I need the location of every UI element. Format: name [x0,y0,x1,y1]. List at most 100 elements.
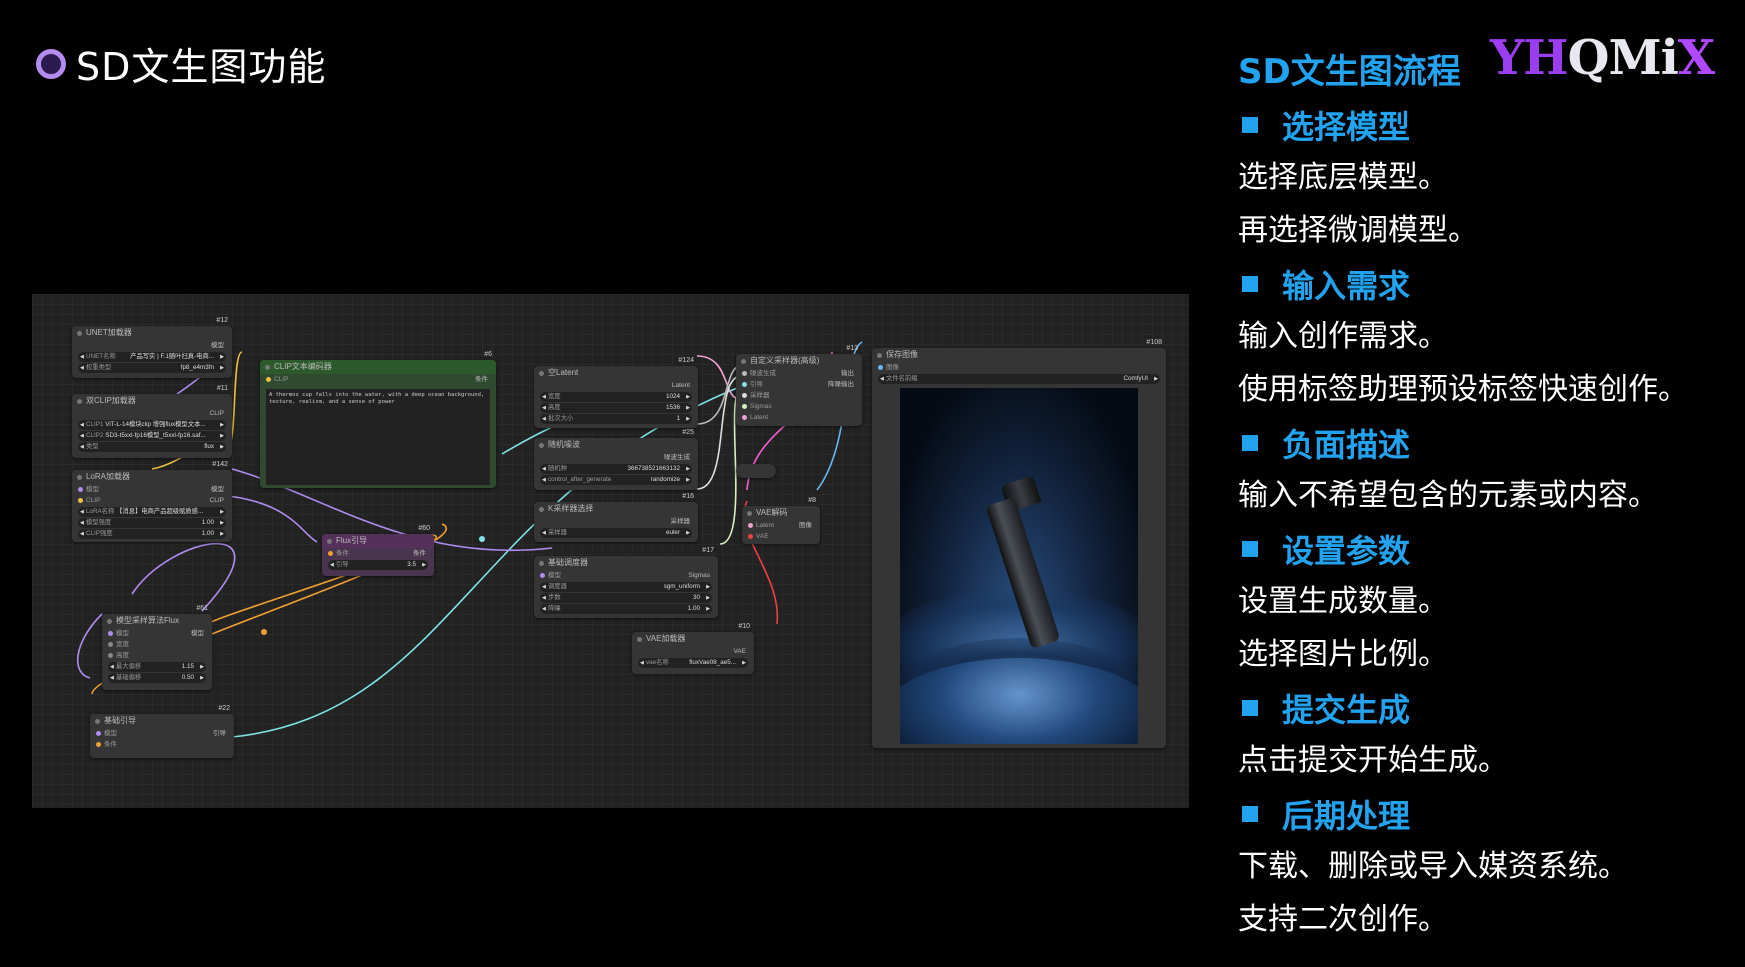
node-basic-scheduler[interactable]: #17 基础调度器 模型Sigmas 调度器sgm_uniform 步数30 降… [534,547,718,618]
node-clip-text-encode[interactable]: #6 CLIP文本编码器 CLIP 条件 A thermos cup falls … [260,351,496,488]
node-id: #13 [846,345,858,352]
widget-clip2[interactable]: CLIP2 SD3-t5xxl-fp16模型_t5xxl-fp16.saf... [78,431,226,441]
section-line: 下载、删除或导入媒资系统。 [1238,849,1628,884]
square-bullet-icon [1242,699,1258,716]
square-bullet-icon [1242,275,1258,292]
node-title: K采样器选择 [534,502,698,516]
section-heading: 选择模型 [1238,98,1738,151]
widget-denoise[interactable]: 降噪1.00 [540,604,712,614]
square-bullet-icon [1242,805,1258,822]
widget-clip-type[interactable]: 类型flux [78,442,226,452]
link-lora-flux [227,495,318,543]
link-model-sample [131,542,236,612]
section-line: 选择底层模型。 [1238,160,1448,195]
widget-height[interactable]: 高度1536 [540,403,692,413]
section-heading: 输入需求 [1238,257,1738,310]
square-bullet-icon [1242,116,1258,133]
widget-model-strength[interactable]: 模型强度1.00 [78,518,226,528]
node-title: 自定义采样器(高级) [736,354,862,368]
widget-noise-seed[interactable]: 随机种366738521663132 [540,464,692,474]
node-title: UNET加载器 [72,326,232,340]
node-title: 随机噪波 [534,438,698,452]
widget-sampler-name[interactable]: 采样器euler [540,528,692,538]
node-id: #6 [484,351,492,358]
node-id: #11 [216,385,228,392]
widget-base-shift[interactable]: 基础偏移0.50 [108,673,206,683]
widget-filename-prefix[interactable]: 文件名前缀ComfyUI [878,374,1160,384]
node-title: Flux引导 [322,534,434,548]
generated-image-preview [900,388,1138,744]
node-dual-clip-loader[interactable]: #11 双CLIP加载器 CLIP CLIP1 ViT-L-14模块clip 增… [72,385,232,458]
node-title: 保存图像 [872,348,1166,362]
slide-title: SD文生图功能 [36,36,326,91]
node-id: #17 [702,547,714,554]
node-id: #25 [682,429,694,436]
node-basic-guider[interactable]: #22 基础引导 模型 引导 条件 [90,705,234,758]
node-model-sampling-flux[interactable]: #61 模型采样算法Flux 模型模型 宽度 高度 最大偏移1.15 基础偏移0… [102,605,212,690]
section-line: 使用标签助理预设标签快速创作。 [1238,372,1688,407]
square-bullet-icon [1242,434,1258,451]
widget-scheduler[interactable]: 调度器sgm_uniform [540,582,712,592]
node-title: 基础调度器 [534,556,718,570]
widget-clip1[interactable]: CLIP1 ViT-L-14模块clip 增强flux模型文本... [78,420,226,430]
node-title: CLIP文本编码器 [260,360,496,374]
node-id: #8 [808,497,816,504]
reroute-node[interactable] [736,464,776,478]
widget-guidance[interactable]: 引导3.5 [328,560,428,570]
node-id: #61 [196,605,208,612]
node-sampler-custom-advanced[interactable]: #13 自定义采样器(高级) 噪波生成 输出 引导 降噪输出 采样器 Sigmas … [736,345,862,426]
node-empty-latent[interactable]: #124 空Latent Latent 宽度1024 高度1536 批次大小1 [534,357,698,428]
node-id: #10 [738,623,750,630]
widget-batch-size[interactable]: 批次大小1 [540,414,692,424]
widget-max-shift[interactable]: 最大偏移1.15 [108,662,206,672]
section-line: 点击提交开始生成。 [1238,743,1508,778]
node-title: 空Latent [534,366,698,380]
section-line: 输入不希望包含的元素或内容。 [1238,478,1658,513]
section-line: 选择图片比例。 [1238,637,1448,672]
node-id: #22 [218,705,230,712]
node-title: VAE加载器 [632,632,754,646]
section-line: 再选择微调模型。 [1238,213,1478,248]
node-title: 模型采样算法Flux [102,614,212,628]
widget-lora-name[interactable]: LoRA名称 【消息】电商产品超级赋质感... [78,507,226,517]
slide-title-text: SD文生图功能 [76,45,327,89]
section-line: 输入创作需求。 [1238,319,1448,354]
output-label: CLIP [209,410,224,417]
section-line: 支持二次创作。 [1238,902,1448,937]
node-id: #124 [678,357,694,364]
section-heading: 后期处理 [1238,787,1738,840]
node-id: #142 [212,461,228,468]
node-vae-decode[interactable]: #8 VAE解码 Latent 图像 VAE [742,497,820,544]
node-title: 双CLIP加载器 [72,394,232,408]
node-flux-guidance[interactable]: #60 Flux引导 条件条件 引导3.5 [322,525,434,576]
widget-width[interactable]: 宽度1024 [540,392,692,402]
square-bullet-icon [1242,540,1258,557]
node-title: 基础引导 [90,714,234,728]
widget-control-after-generate[interactable]: control_after_generaterandomize [540,475,692,485]
node-id: #60 [418,525,430,532]
node-id: #108 [1146,339,1162,346]
section-heading: 负面描述 [1238,416,1738,469]
prompt-textarea[interactable]: A thermos cup falls into the water, with… [266,389,490,485]
node-vae-loader[interactable]: #10 VAE加载器 VAE vae名称fluxVae08_ae5... [632,623,754,674]
link-model-guider [77,613,103,679]
node-random-noise[interactable]: #25 随机噪波 噪波生成 随机种366738521663132 control… [534,429,698,490]
node-save-image[interactable]: #108 保存图像 图像 文件名前缀ComfyUI [872,339,1166,748]
widget-steps[interactable]: 步数30 [540,593,712,603]
section-heading: 设置参数 [1238,522,1738,575]
node-id: #16 [682,493,694,500]
node-lora-loader[interactable]: #142 LoRA加载器 模型模型 CLIPCLIP LoRA名称 【消息】电商… [72,461,232,542]
widget-vae-name[interactable]: vae名称fluxVae08_ae5... [638,658,748,668]
section-heading: 提交生成 [1238,681,1738,734]
title-bullet-icon [36,48,66,79]
node-unet-loader[interactable]: #12 UNET加载器 模型 UNET名称产品写实 | F.1随叶扫真-电商..… [72,317,232,378]
node-title: VAE解码 [742,506,820,520]
widget-unet-name[interactable]: UNET名称产品写实 | F.1随叶扫真-电商... [78,352,226,362]
node-ksampler-select[interactable]: #16 K采样器选择 采样器 采样器euler [534,493,698,542]
section-line: 设置生成数量。 [1238,584,1448,619]
widget-weight-type[interactable]: 权重类型fp8_e4m3fn [78,363,226,373]
comfyui-canvas[interactable]: #12 UNET加载器 模型 UNET名称产品写实 | F.1随叶扫真-电商..… [32,294,1189,808]
widget-clip-strength[interactable]: CLIP强度1.00 [78,529,226,539]
node-title: LoRA加载器 [72,470,232,484]
workflow-panel: SD文生图流程 选择模型 选择底层模型。 再选择微调模型。 输入需求 输入创作需… [1238,40,1738,946]
